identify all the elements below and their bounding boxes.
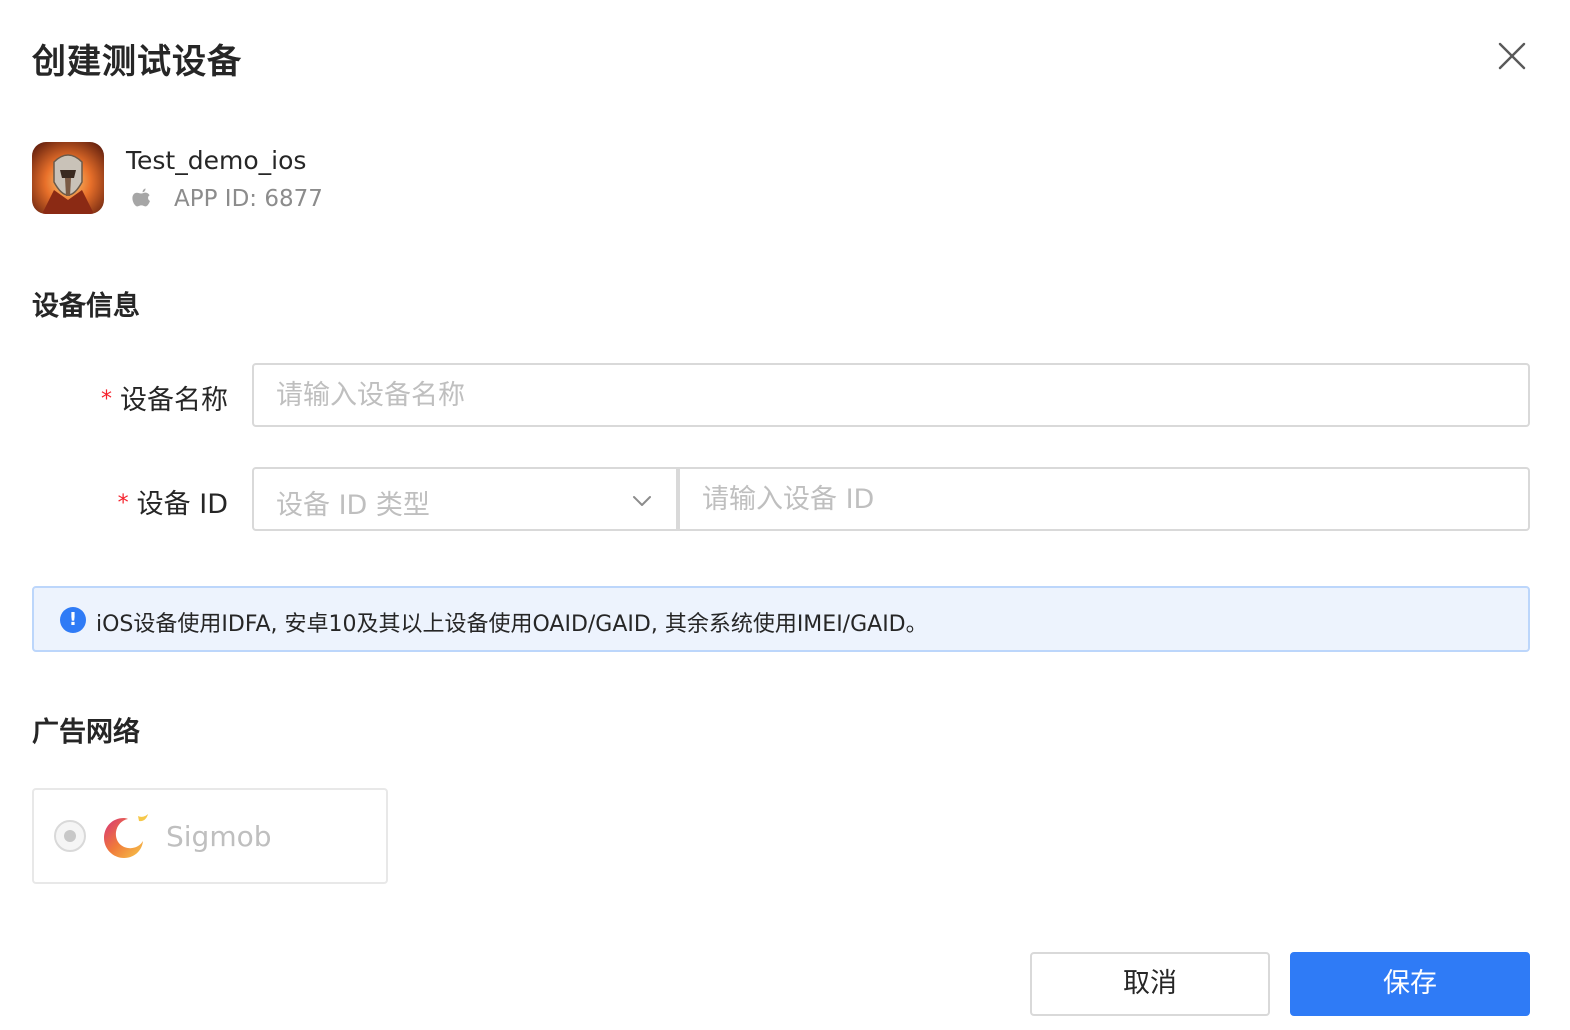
device-id-label: * 设备 ID	[0, 482, 228, 521]
network-name: Sigmob	[166, 820, 272, 853]
save-button[interactable]: 保存	[1290, 952, 1530, 1016]
create-test-device-dialog: 创建测试设备 Test_demo_ios APP ID: 6877 设备信息 *…	[0, 0, 1570, 1030]
device-id-type-placeholder: 设备 ID 类型	[276, 490, 430, 521]
device-id-type-select[interactable]: 设备 ID 类型	[252, 467, 678, 531]
required-mark: *	[101, 387, 112, 412]
close-icon[interactable]	[1494, 38, 1530, 74]
app-icon	[32, 142, 104, 214]
device-name-label: * 设备名称	[0, 378, 228, 417]
apple-icon	[128, 184, 154, 212]
info-icon: !	[60, 607, 86, 633]
device-id-input[interactable]	[678, 467, 1530, 531]
device-id-notice: ! iOS设备使用IDFA, 安卓10及其以上设备使用OAID/GAID, 其余…	[32, 586, 1530, 652]
device-id-notice-text: iOS设备使用IDFA, 安卓10及其以上设备使用OAID/GAID, 其余系统…	[96, 612, 928, 637]
network-radio[interactable]	[54, 820, 86, 852]
cancel-button[interactable]: 取消	[1030, 952, 1270, 1016]
chevron-down-icon	[630, 489, 654, 513]
ad-network-section-title: 广告网络	[32, 717, 140, 748]
device-info-section-title: 设备信息	[32, 291, 140, 322]
network-option-sigmob[interactable]: Sigmob	[32, 788, 388, 884]
app-name: Test_demo_ios	[126, 146, 307, 175]
device-id-label-text: 设备 ID	[136, 489, 228, 520]
required-mark: *	[117, 491, 129, 516]
app-id: APP ID: 6877	[174, 186, 323, 212]
sigmob-logo-icon	[100, 812, 152, 862]
radio-dot	[64, 830, 76, 842]
device-name-input[interactable]	[252, 363, 1530, 427]
device-name-label-text: 设备名称	[120, 385, 228, 416]
dialog-title: 创建测试设备	[32, 42, 242, 82]
